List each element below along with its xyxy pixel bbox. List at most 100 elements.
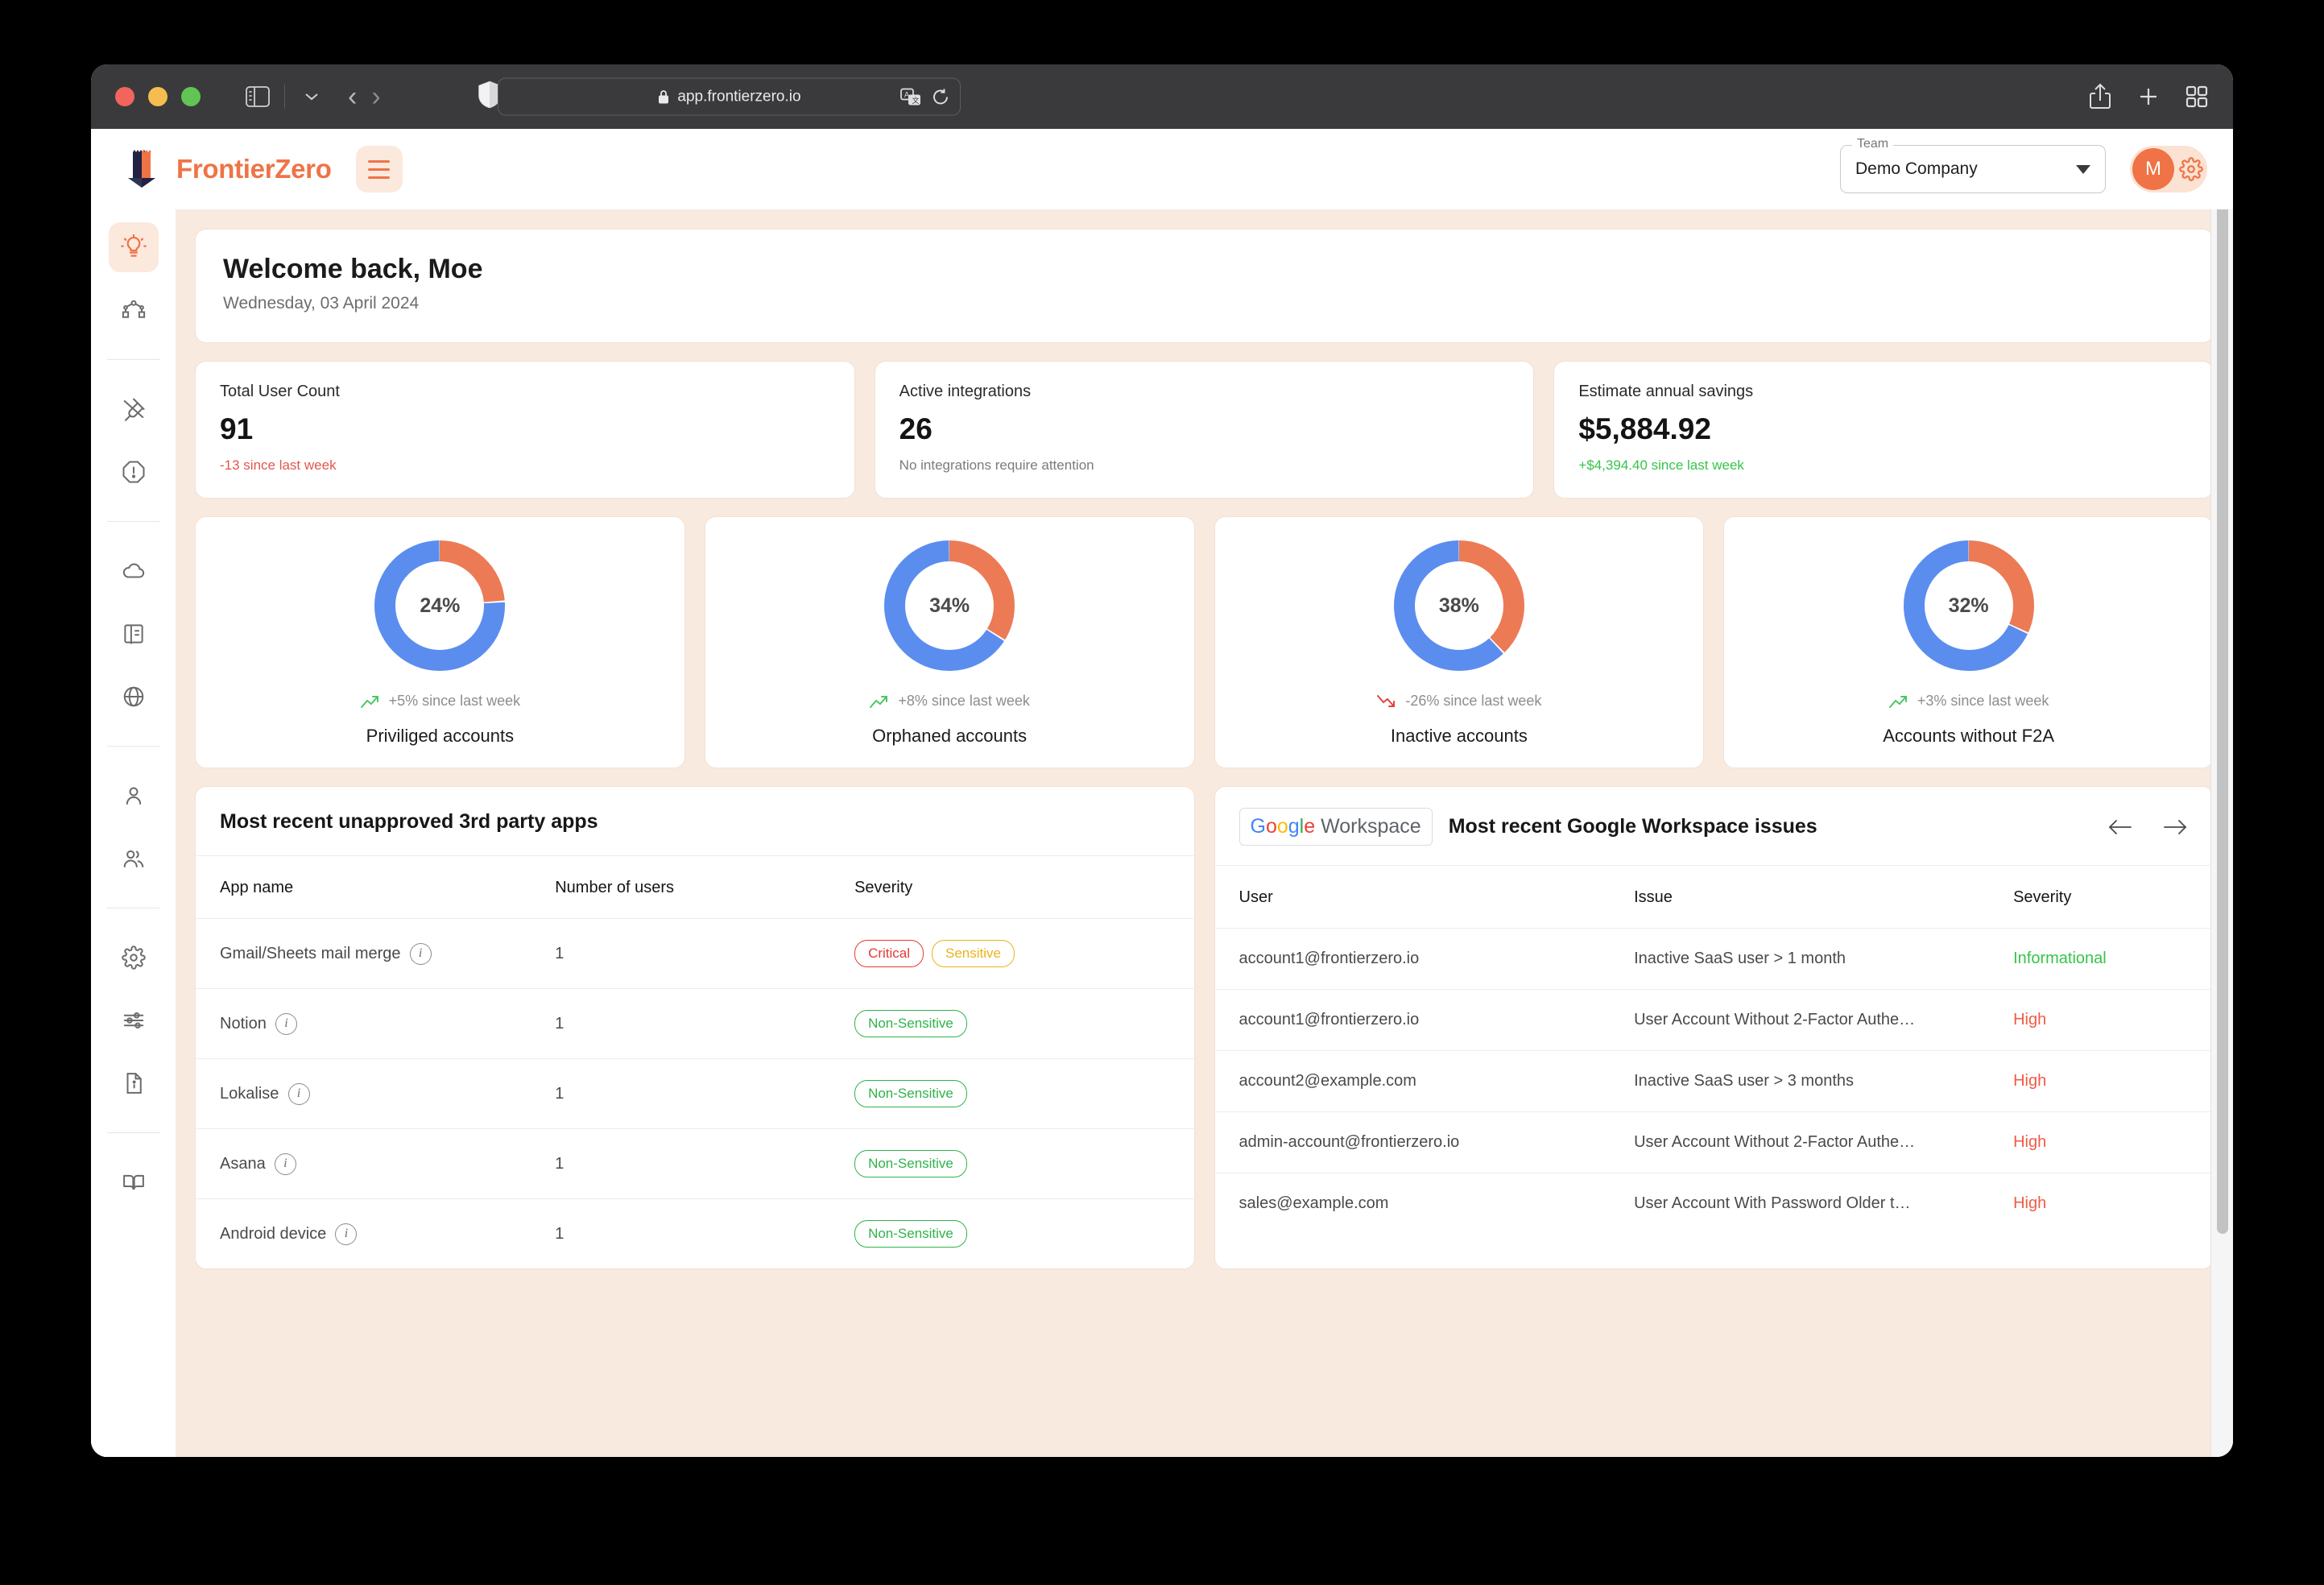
tab-overview-icon[interactable] xyxy=(2185,85,2209,109)
table-row[interactable]: Gmail/Sheets mail merge i 1 Critical Sensit… xyxy=(196,918,1194,989)
arrow-left-icon[interactable] xyxy=(2107,817,2134,838)
panel-header: Most recent unapproved 3rd party apps xyxy=(196,787,1194,856)
table-row[interactable]: Notion i 1 Non-Sensitive xyxy=(196,988,1194,1059)
sidebar-item-preferences[interactable] xyxy=(109,995,159,1045)
sidebar-item-cloud[interactable] xyxy=(109,546,159,596)
donut-delta-text: +8% since last week xyxy=(898,693,1030,709)
minimize-window-button[interactable] xyxy=(148,87,167,106)
plus-icon[interactable] xyxy=(2136,85,2161,109)
stat-label: Estimate annual savings xyxy=(1578,383,1754,400)
sidebar-item-documents[interactable] xyxy=(109,1058,159,1108)
chevron-down-icon xyxy=(2076,164,2090,174)
share-icon[interactable] xyxy=(2088,83,2112,110)
browser-titlebar: ‹ › app.frontierzero.io A 文 xyxy=(91,64,2233,129)
main-content: Welcome back, Moe Wednesday, 03 April 20… xyxy=(176,209,2233,1457)
sidebar-item-settings[interactable] xyxy=(109,933,159,983)
table-row[interactable]: Android device i 1 Non-Sensitive xyxy=(196,1198,1194,1268)
cell-user: account2@example.com xyxy=(1214,1050,1635,1112)
address-bar[interactable]: app.frontierzero.io A 文 xyxy=(498,77,961,116)
node-graph-icon xyxy=(122,300,145,318)
cell-severity: Non-Sensitive xyxy=(854,1198,1194,1268)
cell-issue: Inactive SaaS user > 3 months xyxy=(1634,1050,2014,1112)
cell-severity: Non-Sensitive xyxy=(854,988,1194,1059)
table-row[interactable]: admin-account@frontierzero.io User Accoun… xyxy=(1214,1111,2213,1173)
trend-up-icon xyxy=(870,695,888,708)
brand-logo[interactable]: FrontierZero xyxy=(122,147,332,191)
page-title: Welcome back, Moe xyxy=(223,254,483,284)
donut-center-label: 32% xyxy=(1948,594,1989,617)
unapproved-apps-panel: Most recent unapproved 3rd party apps Ap… xyxy=(195,786,1195,1269)
sidebar-item-users[interactable] xyxy=(109,834,159,884)
scrollbar-thumb[interactable] xyxy=(2217,155,2228,1234)
cell-user-count: 1 xyxy=(555,1198,855,1268)
avatar: M xyxy=(2132,148,2174,190)
lock-icon xyxy=(659,89,669,103)
account-menu[interactable]: M xyxy=(2130,146,2207,192)
severity-badge: Non-Sensitive xyxy=(854,1150,967,1177)
maximize-window-button[interactable] xyxy=(181,87,201,106)
sidebar-item-reports[interactable] xyxy=(109,609,159,659)
cell-severity: High xyxy=(2013,1050,2213,1112)
stat-card: Total User Count 91 -13 since last week xyxy=(195,361,855,499)
back-arrow-icon[interactable]: ‹ xyxy=(348,83,357,110)
cell-issue: User Account Without 2-Factor Authe… xyxy=(1634,989,2014,1051)
page-scrollbar[interactable] xyxy=(2210,129,2233,1457)
info-icon[interactable]: i xyxy=(274,1153,296,1175)
forward-arrow-icon[interactable]: › xyxy=(371,83,380,110)
sidebar-toggle-icon[interactable] xyxy=(239,78,276,115)
sidebar-divider xyxy=(106,521,160,522)
cell-severity: Informational xyxy=(2013,928,2213,990)
donut-center-label: 38% xyxy=(1438,594,1479,617)
table-row[interactable]: account1@frontierzero.io Inactive SaaS us… xyxy=(1214,928,2213,990)
info-icon[interactable]: i xyxy=(287,1082,310,1105)
translate-icon[interactable]: A 文 xyxy=(900,88,921,106)
sidebar-item-web[interactable] xyxy=(109,672,159,722)
table-row[interactable]: sales@example.com User Account With Passw… xyxy=(1214,1173,2213,1234)
hamburger-menu-icon[interactable] xyxy=(355,146,403,192)
gear-icon[interactable] xyxy=(2179,157,2203,181)
donut-cards: 24% +5% since last week Priviliged account… xyxy=(195,516,2214,768)
team-selector[interactable]: Team Demo Company xyxy=(1840,137,2106,193)
table-row[interactable]: account2@example.com Inactive SaaS user >… xyxy=(1214,1050,2213,1112)
current-date: Wednesday, 03 April 2024 xyxy=(223,294,420,312)
chevron-down-icon[interactable] xyxy=(293,78,330,115)
donut-chart: 34% xyxy=(880,536,1019,675)
cell-user-count: 1 xyxy=(555,1128,855,1199)
table-row[interactable]: Asana i 1 Non-Sensitive xyxy=(196,1128,1194,1199)
donut-title: Priviliged accounts xyxy=(366,726,515,746)
severity-badge: Critical xyxy=(854,940,924,967)
column-header-issue: Issue xyxy=(1634,888,1673,906)
arrow-right-icon[interactable] xyxy=(2161,817,2189,838)
sidebar-item-insights[interactable] xyxy=(108,222,159,272)
donut-card: 38% -26% since last week Inactive accounts xyxy=(1214,516,1705,768)
stat-value: 91 xyxy=(220,412,254,445)
cell-severity: High xyxy=(2013,1111,2213,1173)
welcome-banner: Welcome back, Moe Wednesday, 03 April 20… xyxy=(195,229,2214,343)
donut-chart: 24% xyxy=(370,536,509,675)
donut-delta-text: +3% since last week xyxy=(1917,693,2049,709)
sidebar-item-integrations[interactable] xyxy=(109,384,159,434)
app-page: FrontierZero Team Demo Company M Welcome… xyxy=(91,129,2233,1457)
column-header-severity: Severity xyxy=(2013,888,2072,906)
google-workspace-panel: Google Workspace Most recent Google Work… xyxy=(1214,786,2214,1269)
close-window-button[interactable] xyxy=(115,87,134,106)
users-icon xyxy=(123,850,143,867)
reload-icon[interactable] xyxy=(932,88,949,106)
info-icon[interactable]: i xyxy=(409,942,432,965)
table-row[interactable]: Lokalise i 1 Non-Sensitive xyxy=(196,1058,1194,1129)
sidebar-item-alerts[interactable] xyxy=(109,447,159,497)
sidebar-item-user[interactable] xyxy=(109,771,159,821)
info-icon[interactable]: i xyxy=(335,1223,358,1245)
info-icon[interactable]: i xyxy=(275,1012,297,1035)
sidebar-item-docs[interactable] xyxy=(109,1157,159,1207)
table-row[interactable]: account1@frontierzero.io User Account Wit… xyxy=(1214,989,2213,1051)
open-book-icon xyxy=(122,1174,144,1190)
cell-app-name: Gmail/Sheets mail merge i xyxy=(196,918,556,989)
donut-center-label: 24% xyxy=(420,594,461,617)
donut-delta: +3% since last week xyxy=(1888,693,2049,710)
cloud-icon xyxy=(122,563,144,578)
google-workspace-issues-table: User Issue Severity account1@frontierzer… xyxy=(1214,866,2213,1234)
cell-app-name: Asana i xyxy=(196,1128,556,1199)
sidebar-item-graph[interactable] xyxy=(109,285,159,335)
stat-delta: +$4,394.40 since last week xyxy=(1578,457,1744,473)
